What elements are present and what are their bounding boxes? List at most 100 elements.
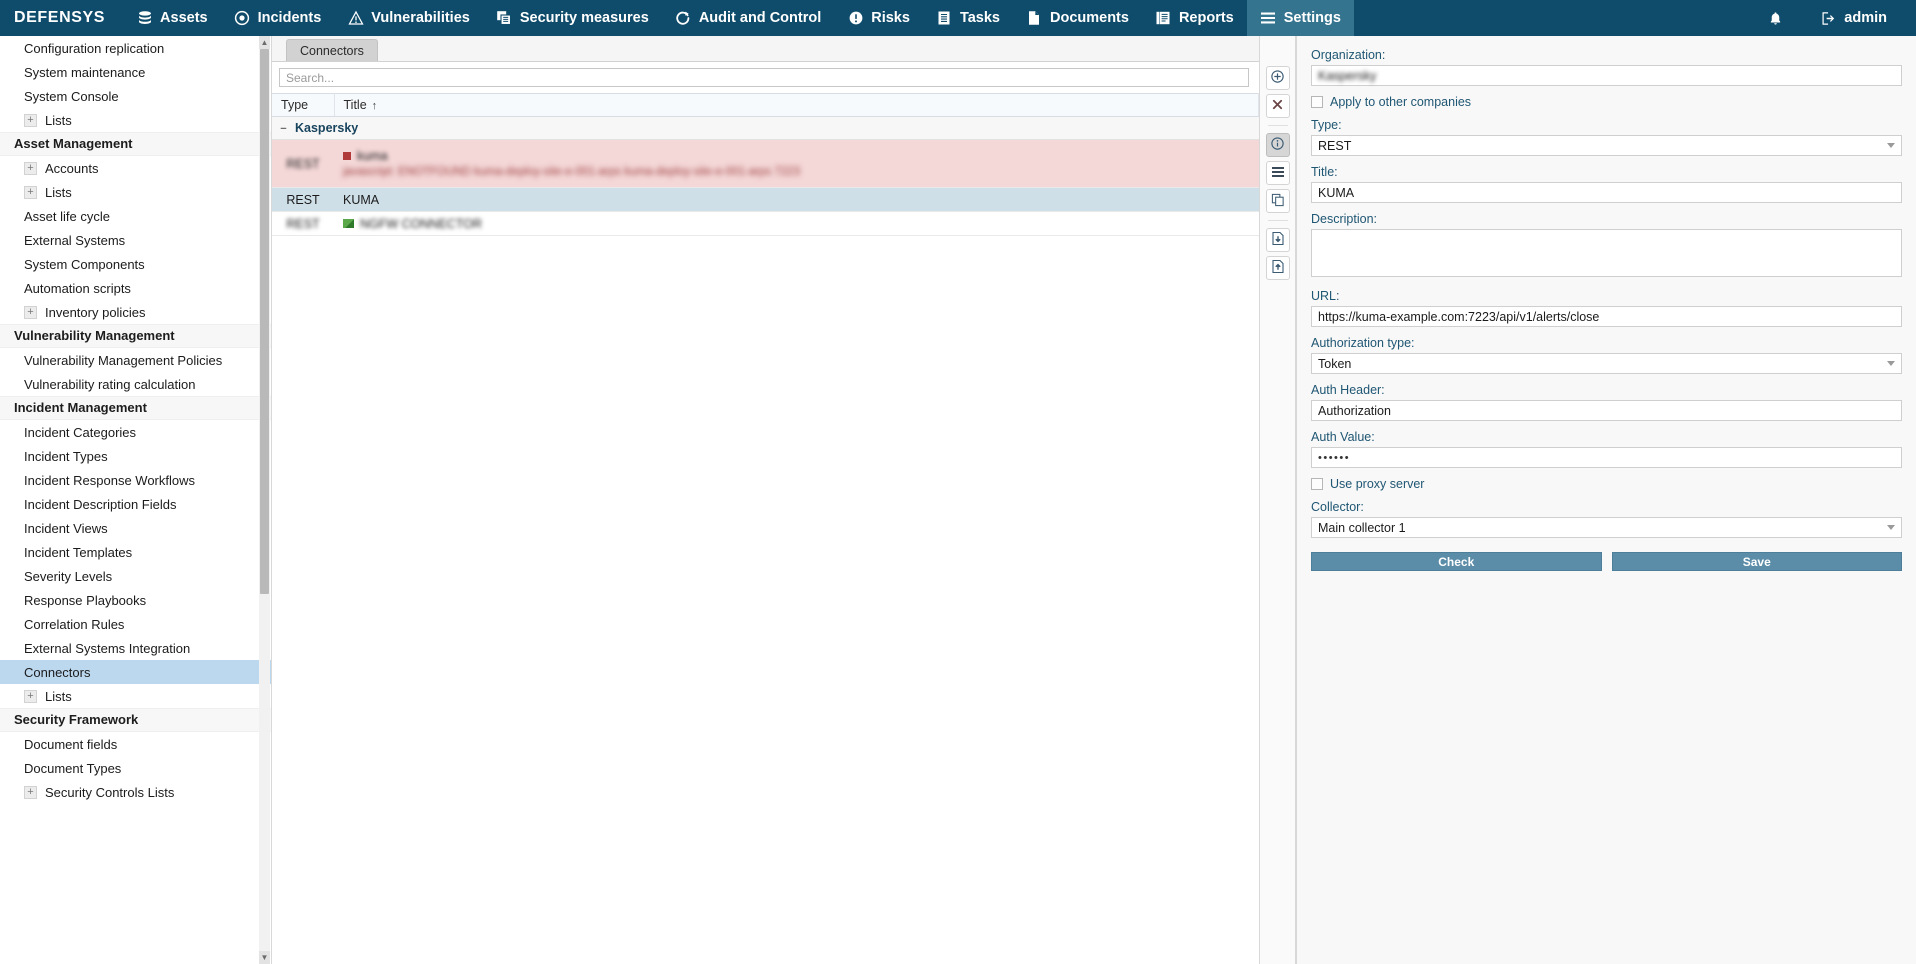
sidebar-item-document-fields[interactable]: Document fields <box>0 732 271 756</box>
sidebar-item-system-console[interactable]: System Console <box>0 84 271 108</box>
description-textarea[interactable] <box>1311 229 1902 277</box>
export-file-icon <box>1271 259 1285 277</box>
sidebar-item-inventory-policies[interactable]: +Inventory policies <box>0 300 271 324</box>
sidebar-item-severity-levels[interactable]: Severity Levels <box>0 564 271 588</box>
nav-item-incidents[interactable]: Incidents <box>221 0 335 36</box>
sidebar-item-response-playbooks[interactable]: Response Playbooks <box>0 588 271 612</box>
sidebar-item-asset-life-cycle[interactable]: Asset life cycle <box>0 204 271 228</box>
nav-item-settings[interactable]: Settings <box>1247 0 1354 36</box>
url-field[interactable]: https://kuma-example.com:7223/api/v1/ale… <box>1311 306 1902 327</box>
sidebar-item-incident-types[interactable]: Incident Types <box>0 444 271 468</box>
nav-item-audit-and-control[interactable]: Audit and Control <box>662 0 834 36</box>
sidebar-item-label: System maintenance <box>24 65 145 80</box>
apply-other-companies-row[interactable]: Apply to other companies <box>1311 95 1902 109</box>
sidebar-item-incident-response-workflows[interactable]: Incident Response Workflows <box>0 468 271 492</box>
sidebar-item-label: Accounts <box>45 161 98 176</box>
nav-item-label: Reports <box>1179 10 1234 26</box>
sidebar-item-external-systems-integration[interactable]: External Systems Integration <box>0 636 271 660</box>
nav-item-security-measures[interactable]: Security measures <box>483 0 662 36</box>
cell-title: KUMA <box>334 188 1259 212</box>
sidebar-item-security-controls-lists[interactable]: +Security Controls Lists <box>0 780 271 804</box>
nav-item-assets[interactable]: Assets <box>123 0 221 36</box>
sidebar-item-vulnerability-management-policies[interactable]: Vulnerability Management Policies <box>0 348 271 372</box>
sidebar-item-accounts[interactable]: + Accounts <box>0 156 271 180</box>
type-select[interactable]: REST <box>1311 135 1902 156</box>
sidebar-scrollbar[interactable]: ▲ ▼ <box>259 36 270 964</box>
sidebar-item-vulnerability-rating-calculation[interactable]: Vulnerability rating calculation <box>0 372 271 396</box>
save-button[interactable]: Save <box>1612 552 1903 571</box>
add-button[interactable] <box>1266 66 1290 90</box>
sidebar-item-lists[interactable]: +Lists <box>0 108 271 132</box>
user-menu[interactable]: admin <box>1807 10 1900 27</box>
expand-plus-icon[interactable]: + <box>24 186 37 199</box>
sidebar-item-system-components[interactable]: System Components <box>0 252 271 276</box>
table-row[interactable]: RESTNGFW CONNECTOR <box>272 212 1259 236</box>
sidebar-item-lists[interactable]: +Lists <box>0 684 271 708</box>
expand-plus-icon[interactable]: + <box>24 162 37 175</box>
use-proxy-row[interactable]: Use proxy server <box>1311 477 1902 491</box>
scroll-down-arrow[interactable]: ▼ <box>259 951 270 964</box>
search-input[interactable] <box>279 68 1249 87</box>
cell-title-value: NGFW CONNECTOR <box>360 217 482 231</box>
info-button[interactable] <box>1266 133 1290 157</box>
nav-item-label: Tasks <box>960 10 1000 26</box>
authorization-type-select[interactable]: Token <box>1311 353 1902 374</box>
apply-other-companies-checkbox[interactable] <box>1311 96 1323 108</box>
expand-plus-icon[interactable]: + <box>24 114 37 127</box>
use-proxy-checkbox[interactable] <box>1311 478 1323 490</box>
sidebar-item-system-maintenance[interactable]: System maintenance <box>0 60 271 84</box>
notifications-button[interactable] <box>1754 10 1797 27</box>
nav-item-documents[interactable]: Documents <box>1013 0 1142 36</box>
cell-type: REST <box>272 188 334 212</box>
auth-header-field[interactable]: Authorization <box>1311 400 1902 421</box>
copy-button[interactable] <box>1266 189 1290 213</box>
table-group-row[interactable]: −Kaspersky <box>272 117 1259 140</box>
nav-item-vulnerabilities[interactable]: Vulnerabilities <box>334 0 483 36</box>
organization-value: Kaspersky <box>1318 69 1376 83</box>
table-row[interactable]: RESTKUMA <box>272 188 1259 212</box>
use-proxy-label[interactable]: Use proxy server <box>1330 477 1424 491</box>
sidebar-item-incident-views[interactable]: Incident Views <box>0 516 271 540</box>
sidebar-item-incident-templates[interactable]: Incident Templates <box>0 540 271 564</box>
sidebar-item-incident-categories[interactable]: Incident Categories <box>0 420 271 444</box>
sidebar-item-external-systems[interactable]: External Systems <box>0 228 271 252</box>
check-button[interactable]: Check <box>1311 552 1602 571</box>
warning-triangle-icon <box>347 10 364 27</box>
document-icon <box>1026 10 1043 27</box>
url-value: https://kuma-example.com:7223/api/v1/ale… <box>1318 310 1599 324</box>
collapse-minus-icon[interactable]: − <box>278 123 289 134</box>
sidebar-item-label: Incident Categories <box>24 425 136 440</box>
expand-plus-icon[interactable]: + <box>24 690 37 703</box>
expand-plus-icon[interactable]: + <box>24 306 37 319</box>
tab-connectors[interactable]: Connectors <box>286 39 378 61</box>
column-header-type[interactable]: Type <box>272 94 334 117</box>
nav-item-risks[interactable]: Risks <box>834 0 923 36</box>
title-field[interactable]: KUMA <box>1311 182 1902 203</box>
delete-button[interactable] <box>1266 94 1290 118</box>
nav-item-tasks[interactable]: Tasks <box>923 0 1013 36</box>
sidebar-item-document-types[interactable]: Document Types <box>0 756 271 780</box>
sidebar-item-lists[interactable]: +Lists <box>0 180 271 204</box>
sidebar-item-label: Incident Views <box>24 521 108 536</box>
import-button[interactable] <box>1266 228 1290 252</box>
scroll-up-arrow[interactable]: ▲ <box>259 36 270 49</box>
auth-value-field[interactable]: •••••• <box>1311 447 1902 468</box>
organization-field[interactable]: Kaspersky <box>1311 65 1902 86</box>
sidebar-item-correlation-rules[interactable]: Correlation Rules <box>0 612 271 636</box>
sidebar-item-automation-scripts[interactable]: Automation scripts <box>0 276 271 300</box>
app-logo[interactable]: DEFENSYS <box>0 0 123 36</box>
cell-title-stack: kumajavascript: ENOTFOUND kuma-deploy-si… <box>343 149 1250 178</box>
chevron-down-icon <box>1887 525 1895 530</box>
nav-item-reports[interactable]: Reports <box>1142 0 1247 36</box>
export-button[interactable] <box>1266 256 1290 280</box>
collector-select[interactable]: Main collector 1 <box>1311 517 1902 538</box>
column-header-title[interactable]: Title↑ <box>334 94 1259 117</box>
apply-other-companies-label[interactable]: Apply to other companies <box>1330 95 1471 109</box>
sidebar-item-incident-description-fields[interactable]: Incident Description Fields <box>0 492 271 516</box>
table-row[interactable]: RESTkumajavascript: ENOTFOUND kuma-deplo… <box>272 140 1259 188</box>
expand-plus-icon[interactable]: + <box>24 786 37 799</box>
properties-button[interactable] <box>1266 161 1290 185</box>
sidebar-item-connectors[interactable]: Connectors <box>0 660 271 684</box>
scrollbar-thumb[interactable] <box>260 49 269 594</box>
sidebar-item-configuration-replication[interactable]: Configuration replication <box>0 36 271 60</box>
